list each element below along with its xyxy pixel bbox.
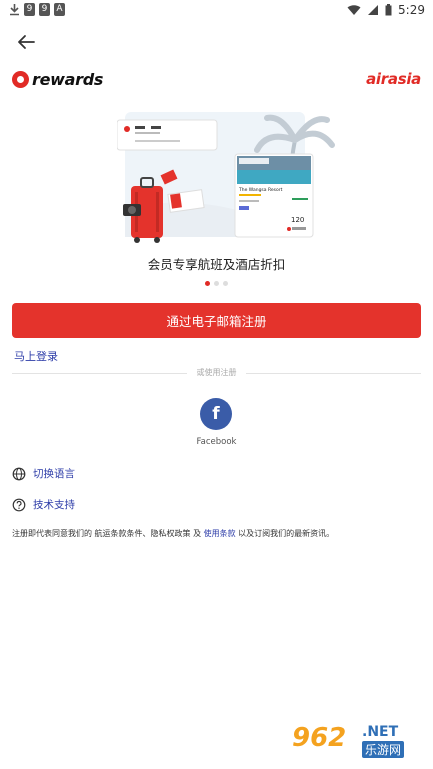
battery-icon (385, 4, 392, 16)
help-icon (12, 498, 26, 511)
facebook-label: Facebook (196, 437, 237, 447)
watermark-logo: 962 .NET 乐游网 (288, 721, 423, 761)
signup-email-button[interactable]: 通过电子邮箱注册 (12, 303, 421, 338)
hero-caption: 会员专享航班及酒店折扣 (147, 257, 286, 272)
hotel-card: The Wangsa Resort 120 (234, 153, 314, 238)
watermark-site-name: 乐游网 (362, 741, 405, 758)
status-bar: 9 9 A 5:29 (0, 0, 433, 22)
switch-language-label: 切换语言 (33, 468, 75, 480)
back-arrow-icon[interactable] (14, 30, 38, 54)
rewards-logo-text: rewards (32, 70, 104, 89)
login-link[interactable]: 马上登录 (14, 348, 58, 364)
hotel-card-title: The Wangsa Resort (238, 187, 283, 193)
facebook-icon[interactable]: f (200, 398, 232, 430)
or-divider: 或使用注册 (12, 368, 421, 377)
hero-illustration: The Wangsa Resort 120 (117, 112, 335, 243)
tech-support-item[interactable]: 技术支持 (12, 497, 75, 512)
terms-suffix: 以及订阅我们的最新资讯。 (235, 529, 335, 538)
notification-icon-a: A (54, 3, 65, 16)
carousel-dot-2[interactable] (214, 281, 219, 286)
watermark-domain: .NET (362, 724, 399, 740)
globe-icon (12, 467, 26, 480)
rewards-logo: rewards (12, 70, 103, 89)
terms-of-use-link[interactable]: 使用条款 (204, 529, 236, 538)
terms-prefix: 注册即代表同意我们的 航运条款条件、隐私权政策 及 (12, 529, 204, 538)
wifi-icon (347, 5, 361, 15)
divider-line-right (246, 373, 421, 374)
rewards-logo-mark (12, 71, 29, 88)
notification-icon-9b: 9 (39, 3, 50, 16)
switch-language-item[interactable]: 切换语言 (12, 466, 75, 481)
carousel-dot-1[interactable] (205, 281, 210, 286)
signal-icon (368, 5, 379, 15)
flight-card (117, 119, 218, 151)
carousel-pagination[interactable] (0, 281, 433, 286)
watermark-number: 962 (292, 723, 347, 753)
status-time: 5:29 (398, 3, 425, 17)
notification-icon-9a: 9 (24, 3, 35, 16)
download-icon (10, 4, 19, 16)
airasia-logo: airasia (366, 70, 421, 88)
tech-support-label: 技术支持 (33, 499, 75, 511)
terms-text: 注册即代表同意我们的 航运条款条件、隐私权政策 及 使用条款 以及订阅我们的最新… (12, 528, 422, 539)
hotel-card-price: 120 (291, 216, 304, 224)
carousel-dot-3[interactable] (223, 281, 228, 286)
